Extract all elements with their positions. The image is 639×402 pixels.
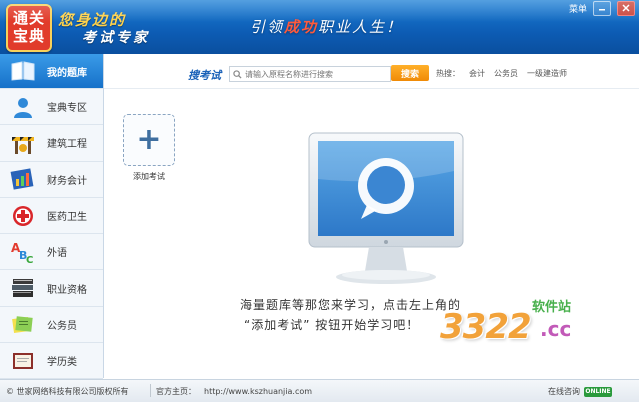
hot-search-link[interactable]: 一级建造师 <box>527 68 567 79</box>
minimize-icon <box>599 9 605 11</box>
sidebar-item-label: 建筑工程 <box>47 139 87 151</box>
search-bar: 搜考试 搜索 热搜： 会计 公务员 一级建造师 <box>104 60 639 88</box>
search-title: 搜考试 <box>188 69 221 82</box>
slogan-part: 职业人生！ <box>318 18 404 36</box>
hot-search-link[interactable]: 公务员 <box>494 68 518 79</box>
close-icon <box>622 4 630 12</box>
sidebar-item-label: 宝典专区 <box>47 103 87 115</box>
add-exam-button[interactable]: + <box>123 114 175 166</box>
books-stack-icon <box>9 275 37 301</box>
watermark-site: 软件站 <box>532 300 572 315</box>
sidebar-item-label: 我的题库 <box>47 67 87 79</box>
homepage-link[interactable]: http://www.kszhuanjia.com <box>204 387 312 396</box>
close-button[interactable] <box>617 0 635 16</box>
search-box <box>229 66 391 82</box>
tip-line-1: 海量题库等那您来学习，点击左上角的 <box>240 298 462 312</box>
window-controls: 菜单 <box>569 0 635 16</box>
homepage-label: 官方主页： <box>156 387 196 396</box>
watermark-suffix: .cc <box>540 317 572 341</box>
slogan: 引领成功职业人生！ <box>250 16 403 37</box>
app-logo: 通 关 宝 典 <box>6 4 52 52</box>
title-bar: 通 关 宝 典 您身边的 考试专家 引领成功职业人生！ 菜单 <box>0 0 639 54</box>
search-input[interactable] <box>243 69 387 79</box>
minimize-button[interactable] <box>593 0 611 16</box>
brand-tagline-2: 考试专家 <box>82 30 150 46</box>
sidebar-item-professional-qualification[interactable]: 职业资格 <box>0 270 103 307</box>
sidebar-item-medical[interactable]: 医药卫生 <box>0 198 103 235</box>
sidebar-item-my-question-bank[interactable]: 我的题库 <box>0 54 103 89</box>
plus-icon: + <box>136 122 162 157</box>
sidebar-item-finance[interactable]: 财务会计 <box>0 162 103 198</box>
logo-char: 宝 <box>13 27 29 45</box>
book-icon <box>9 58 37 84</box>
consult-label: 在线咨询 <box>548 387 580 396</box>
sidebar-item-civil-servant[interactable]: 公务员 <box>0 307 103 344</box>
abc-letters-icon: ABC <box>9 239 37 265</box>
category-sidebar: 我的题库 宝典专区 建筑工程 财务会计 医药卫生 A B C 外语 职业资格 公… <box>0 54 104 380</box>
sidebar-item-label: 医药卫生 <box>47 212 87 224</box>
online-consult[interactable]: 在线咨询 ONLINE <box>548 386 612 397</box>
sidebar-item-label: 财务会计 <box>47 175 87 187</box>
sidebar-item-foreign-language[interactable]: ABC 外语 <box>0 234 103 271</box>
monitor-illustration <box>308 132 464 284</box>
tip-line-2: “添加考试” 按钮开始学习吧！ <box>244 318 420 332</box>
status-bar: © 世家网络科技有限公司版权所有 官方主页： http://www.kszhua… <box>0 379 639 402</box>
hot-search-link[interactable]: 会计 <box>469 68 485 79</box>
online-badge: ONLINE <box>584 386 612 397</box>
sidebar-item-label: 公务员 <box>47 320 77 332</box>
sidebar-item-label: 职业资格 <box>47 284 87 296</box>
construction-icon <box>9 130 37 156</box>
hot-search-label: 热搜： <box>436 69 460 78</box>
sidebar-item-construction[interactable]: 建筑工程 <box>0 125 103 162</box>
logo-char: 典 <box>29 27 45 45</box>
logo-char: 通 <box>13 9 29 27</box>
user-icon <box>9 94 37 120</box>
sidebar-item-label: 外语 <box>47 248 67 260</box>
watermark: 3322 .cc 软件站 <box>440 295 580 351</box>
chart-icon <box>9 166 37 192</box>
svg-text:C: C <box>26 255 33 264</box>
slogan-highlight: 成功 <box>284 18 319 36</box>
footer-divider <box>150 384 151 397</box>
logo-char: 关 <box>29 9 45 27</box>
watermark-number: 3322 <box>440 307 532 347</box>
add-exam-label: 添加考试 <box>133 172 165 181</box>
certificate-icon <box>9 348 37 374</box>
medical-cross-icon <box>9 203 37 229</box>
documents-icon <box>9 311 37 337</box>
divider <box>104 88 639 89</box>
sidebar-item-label: 学历类 <box>47 357 77 369</box>
search-button[interactable]: 搜索 <box>391 65 429 81</box>
hot-searches: 热搜： 会计 公务员 一级建造师 <box>436 68 567 79</box>
search-icon <box>231 68 243 80</box>
sidebar-item-baodian-zone[interactable]: 宝典专区 <box>0 89 103 126</box>
homepage: 官方主页： http://www.kszhuanjia.com <box>156 386 312 397</box>
slogan-part: 引领 <box>250 18 285 36</box>
sidebar-item-academic[interactable]: 学历类 <box>0 343 103 380</box>
app-window: 通 关 宝 典 您身边的 考试专家 引领成功职业人生！ 菜单 我的题库 宝典专区… <box>0 0 639 402</box>
copyright: © 世家网络科技有限公司版权所有 <box>6 387 129 396</box>
menu-button[interactable]: 菜单 <box>569 2 587 15</box>
